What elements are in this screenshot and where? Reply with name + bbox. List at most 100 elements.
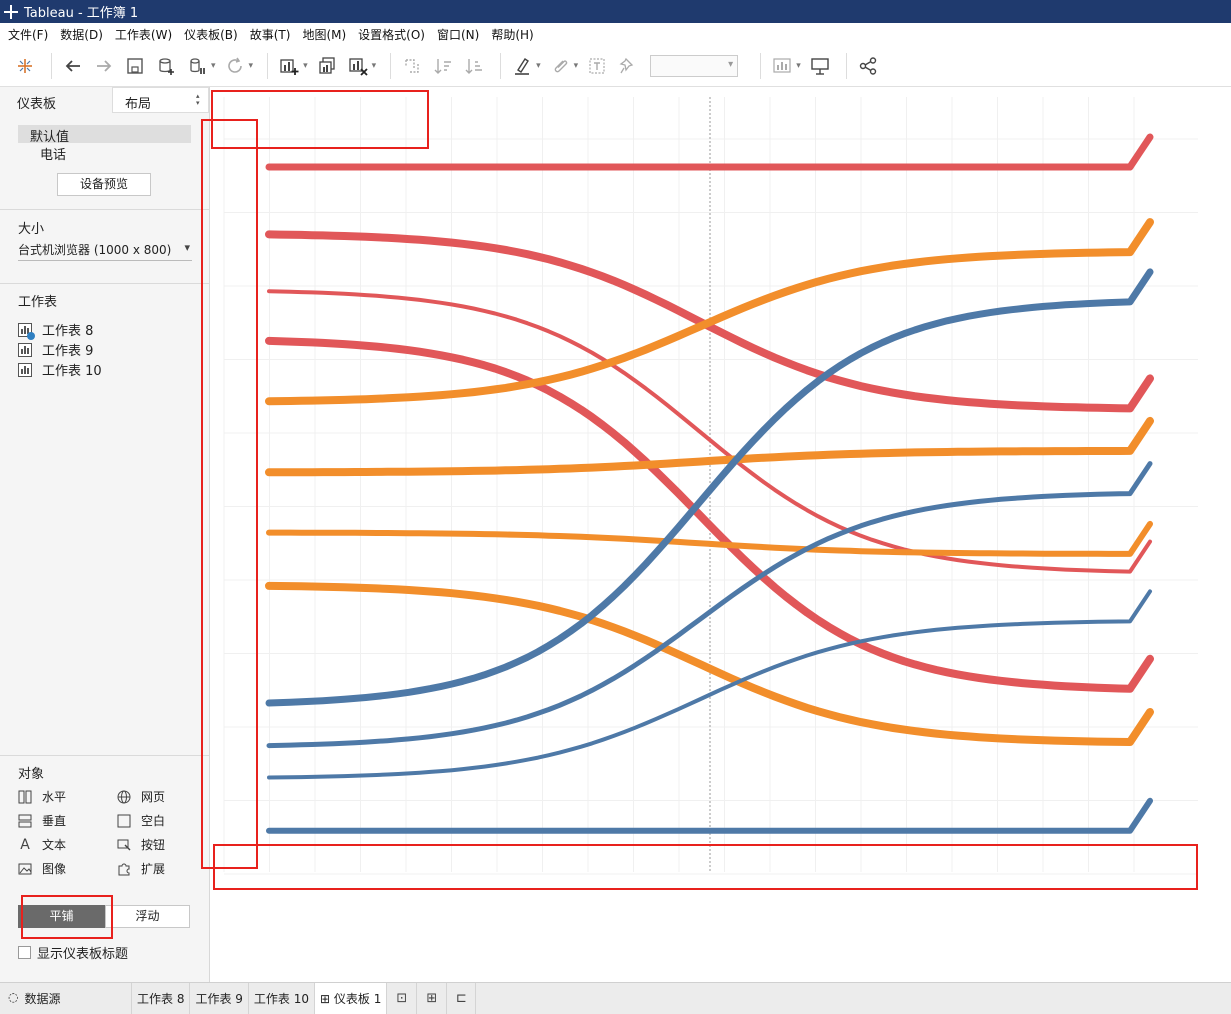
redo-icon[interactable]	[91, 53, 117, 79]
object-label: 图像	[42, 862, 67, 876]
presentation-icon[interactable]	[807, 53, 833, 79]
chevron-down-icon[interactable]: ▾	[574, 61, 579, 71]
object-label: 按钮	[141, 838, 166, 852]
tableau-window: Tableau - 工作簿 1 文件(F) 数据(D) 工作表(W) 仪表板(B…	[0, 0, 1231, 1014]
pause-update-icon[interactable]	[184, 53, 210, 79]
sheet-item[interactable]: 工作表 10	[18, 360, 102, 379]
size-section-title: 大小	[18, 222, 45, 237]
toolbar-separator	[500, 52, 502, 79]
new-dashboard-tab-icon[interactable]: ⊞	[416, 983, 446, 1014]
new-story-tab-icon[interactable]: ⊏	[446, 983, 477, 1014]
objects-section-title: 对象	[18, 767, 45, 782]
object-horizontal[interactable]: 水平	[18, 788, 66, 805]
button-icon	[117, 838, 131, 852]
divider	[0, 755, 209, 756]
chevron-down-icon[interactable]: ▾	[536, 61, 541, 71]
sort-descending-icon[interactable]	[461, 53, 487, 79]
fit-select[interactable]	[650, 54, 739, 77]
sort-ascending-icon[interactable]	[430, 53, 456, 79]
pin-icon[interactable]	[615, 53, 641, 79]
tableau-logo-icon[interactable]	[12, 53, 38, 79]
image-icon	[18, 862, 32, 876]
object-web-page[interactable]: 网页	[117, 788, 165, 805]
object-text[interactable]: A 文本	[18, 836, 66, 853]
sheet-label: 工作表 8	[42, 324, 94, 339]
sheet-label: 工作表 10	[42, 364, 102, 379]
title-bar: Tableau - 工作簿 1	[0, 0, 1231, 23]
chevron-down-icon[interactable]: ▾	[303, 61, 308, 71]
device-default[interactable]: 默认值	[18, 125, 191, 145]
toolbar-separator	[51, 52, 52, 79]
object-label: 空白	[141, 814, 166, 828]
sheet-item[interactable]: 工作表 9	[18, 340, 93, 359]
size-select[interactable]: 台式机浏览器 (1000 x 800)	[18, 241, 192, 261]
tab-dashboard[interactable]: 仪表板	[0, 87, 112, 113]
tab-dashboard-1[interactable]: ⊞ 仪表板 1	[314, 983, 387, 1014]
worksheet-icon	[18, 322, 35, 340]
object-vertical[interactable]: 垂直	[18, 812, 66, 829]
object-label: 扩展	[141, 862, 166, 876]
refresh-icon[interactable]	[222, 53, 248, 79]
object-button[interactable]: 按钮	[117, 836, 165, 853]
save-icon[interactable]	[122, 53, 148, 79]
menu-format[interactable]: 设置格式(O)	[352, 26, 431, 43]
bump-chart	[223, 97, 1198, 875]
device-preview-button[interactable]: 设备预览	[57, 173, 151, 196]
chevron-down-icon[interactable]: ▾	[211, 61, 216, 71]
undo-icon[interactable]	[60, 53, 86, 79]
object-image[interactable]: 图像	[18, 860, 66, 877]
toolbar-separator	[845, 52, 847, 79]
swap-icon[interactable]	[399, 53, 425, 79]
sheet-item[interactable]: 工作表 8	[18, 320, 94, 340]
menu-map[interactable]: 地图(M)	[296, 26, 352, 43]
chevron-down-icon[interactable]: ▾	[249, 61, 254, 71]
menu-file[interactable]: 文件(F)	[2, 26, 54, 43]
menu-data[interactable]: 数据(D)	[54, 26, 109, 43]
show-labels-icon[interactable]	[584, 53, 610, 79]
tab-layout[interactable]: 布局	[112, 87, 209, 113]
window-title: Tableau - 工作簿 1	[24, 6, 139, 21]
extension-icon	[117, 862, 131, 876]
vertical-container-icon	[18, 814, 32, 828]
toolbar-separator	[390, 52, 392, 79]
device-phone[interactable]: 电话	[40, 144, 66, 163]
tile-button[interactable]: 平铺	[18, 905, 105, 928]
dashboard-side-panel: 仪表板 布局 默认值 电话 设备预览 大小 台式机浏览器 (1000 x 800…	[0, 87, 210, 982]
size-value: 台式机浏览器 (1000 x 800)	[18, 243, 172, 257]
menu-dashboard[interactable]: 仪表板(B)	[178, 26, 244, 43]
object-blank[interactable]: 空白	[117, 812, 165, 829]
menu-story[interactable]: 故事(T)	[244, 26, 297, 43]
group-icon[interactable]	[547, 53, 573, 79]
show-title-row[interactable]: 显示仪表板标题	[18, 943, 128, 962]
object-label: 水平	[42, 790, 67, 804]
show-title-checkbox[interactable]	[18, 946, 31, 959]
show-me-icon[interactable]	[769, 53, 795, 79]
object-label: 文本	[42, 838, 67, 852]
float-button[interactable]: 浮动	[105, 905, 190, 928]
new-datasource-icon[interactable]	[153, 53, 179, 79]
new-worksheet-tab-icon[interactable]: ⊡	[386, 983, 416, 1014]
check-badge-icon	[27, 331, 35, 340]
new-worksheet-icon[interactable]	[276, 53, 302, 79]
dashboard-tab-label: 仪表板 1	[333, 992, 382, 1006]
tab-sheet-8[interactable]: 工作表 8	[131, 983, 189, 1014]
highlight-icon[interactable]	[509, 53, 535, 79]
horizontal-container-icon	[18, 790, 32, 804]
menu-window[interactable]: 窗口(N)	[431, 26, 485, 43]
tab-datasource[interactable]: ◌ 数据源	[0, 983, 131, 1014]
menu-worksheet[interactable]: 工作表(W)	[109, 26, 178, 43]
clear-sheet-icon[interactable]	[345, 53, 371, 79]
object-label: 垂直	[42, 814, 67, 828]
share-icon[interactable]	[855, 53, 881, 79]
divider	[0, 283, 209, 284]
chevron-down-icon[interactable]: ▾	[796, 61, 801, 71]
object-extension[interactable]: 扩展	[117, 860, 165, 877]
chevron-down-icon[interactable]: ▾	[372, 61, 377, 71]
duplicate-icon[interactable]	[314, 53, 340, 79]
menu-bar: 文件(F) 数据(D) 工作表(W) 仪表板(B) 故事(T) 地图(M) 设置…	[0, 23, 1231, 45]
menu-help[interactable]: 帮助(H)	[485, 26, 539, 43]
tab-sheet-10[interactable]: 工作表 10	[247, 983, 314, 1014]
web-page-icon	[117, 790, 131, 804]
dashboard-canvas[interactable]	[210, 87, 1231, 982]
tab-sheet-9[interactable]: 工作表 9	[189, 983, 247, 1014]
